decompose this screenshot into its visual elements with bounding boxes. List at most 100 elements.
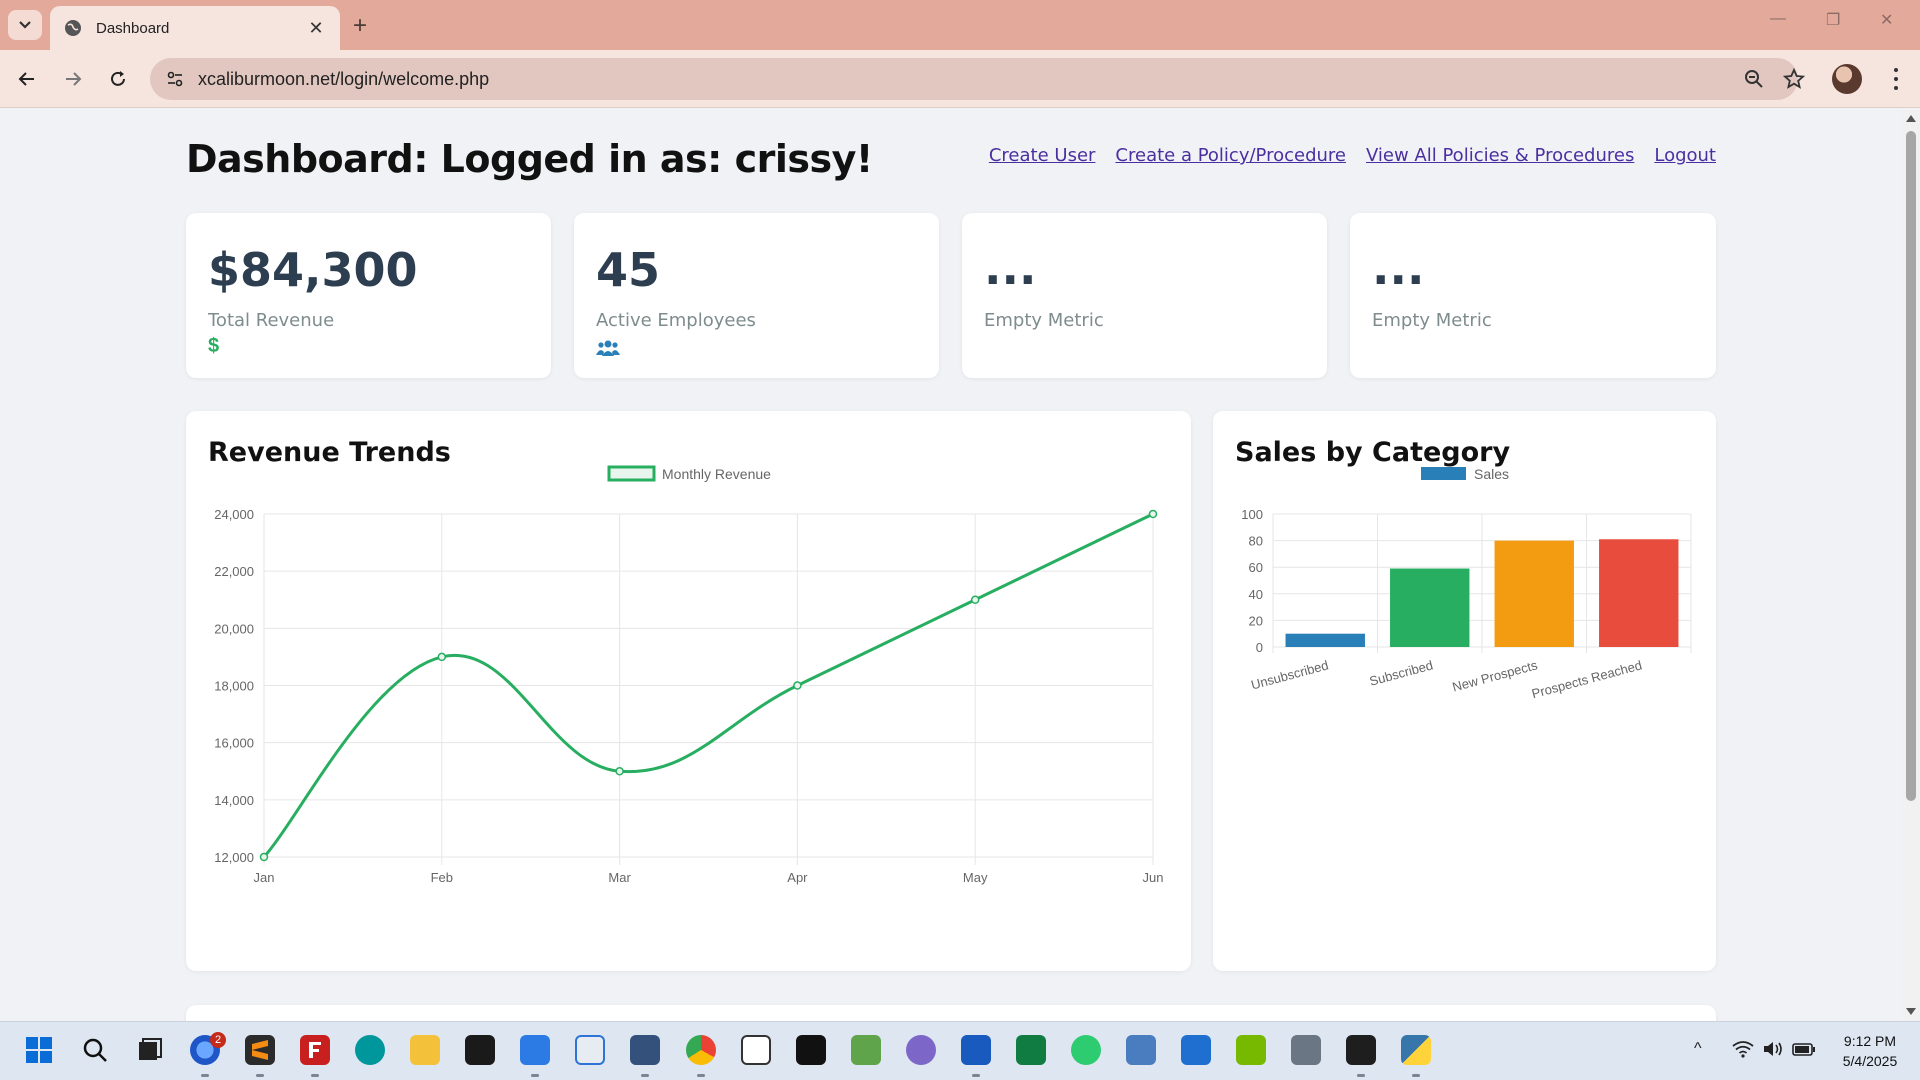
metric-label: Empty Metric	[1372, 310, 1492, 331]
arduino-icon[interactable]	[355, 1035, 385, 1065]
metric-value: ...	[1372, 241, 1425, 295]
create-user-link[interactable]: Create User	[989, 145, 1096, 166]
scrollbar-thumb[interactable]	[1906, 131, 1916, 801]
browser-menu-icon[interactable]	[1886, 66, 1906, 92]
app-icon[interactable]	[1071, 1035, 1101, 1065]
windows-taskbar: 2 ^ 9:12 PM 5/4/2025	[0, 1021, 1920, 1080]
running-indicator	[697, 1074, 705, 1077]
tab-title: Dashboard	[96, 19, 170, 37]
data-point	[1148, 509, 1158, 519]
y-tick-label: 24,000	[214, 507, 254, 522]
back-button[interactable]	[12, 64, 42, 94]
reload-button[interactable]	[103, 64, 133, 94]
chevron-down-icon	[19, 21, 31, 29]
running-indicator	[311, 1074, 319, 1077]
metric-value: ...	[984, 241, 1037, 295]
data-point	[437, 652, 447, 662]
app-icon[interactable]	[906, 1035, 936, 1065]
nvidia-icon[interactable]	[1236, 1035, 1266, 1065]
snipping-tool-icon[interactable]	[575, 1035, 605, 1065]
chevron-up-icon[interactable]: ^	[1694, 1040, 1702, 1058]
new-tab-button[interactable]: +	[353, 12, 367, 40]
system-clock[interactable]: 9:12 PM 5/4/2025	[1830, 1031, 1910, 1071]
metric-card-empty-2: ... Empty Metric	[1350, 213, 1716, 378]
terminal-icon[interactable]	[1346, 1035, 1376, 1065]
x-tick-label: Prospects Reached	[1530, 657, 1643, 701]
running-indicator	[1412, 1074, 1420, 1077]
metric-card-employees: 45 Active Employees	[574, 213, 939, 378]
network-app-icon[interactable]	[1126, 1035, 1156, 1065]
y-tick-label: 20,000	[214, 621, 254, 636]
address-bar[interactable]: xcaliburmoon.net/login/welcome.php	[150, 58, 1806, 100]
page-scrollbar[interactable]	[1902, 109, 1920, 1021]
site-info-icon[interactable]	[164, 68, 186, 90]
profile-avatar[interactable]	[1832, 64, 1862, 94]
header-nav: Create User Create a Policy/Procedure Vi…	[989, 145, 1716, 166]
data-point	[970, 595, 980, 604]
word-icon[interactable]	[961, 1035, 991, 1065]
y-tick-label: 14,000	[214, 793, 254, 808]
tab-search-button[interactable]	[8, 10, 42, 40]
lower-card	[186, 1005, 1716, 1021]
data-point	[615, 767, 624, 776]
page-content: Dashboard: Logged in as: crissy! Create …	[0, 109, 1902, 1021]
app-icon[interactable]	[796, 1035, 826, 1065]
metric-value: 45	[596, 243, 661, 297]
data-point	[793, 681, 802, 690]
app-icon[interactable]	[851, 1035, 881, 1065]
calculator-icon[interactable]	[1291, 1035, 1321, 1065]
bookmark-star-icon[interactable]	[1782, 67, 1806, 91]
search-icon[interactable]	[80, 1035, 110, 1065]
zoom-icon[interactable]	[1742, 67, 1766, 91]
page-title: Dashboard: Logged in as: crissy!	[186, 137, 873, 181]
scroll-down-icon[interactable]	[1906, 1008, 1916, 1015]
users-icon	[596, 340, 620, 356]
file-explorer-icon[interactable]	[410, 1035, 440, 1065]
chrome-icon[interactable]	[686, 1035, 716, 1065]
scroll-up-icon[interactable]	[1906, 115, 1916, 122]
close-tab-icon[interactable]: ✕	[306, 18, 326, 39]
task-view-icon[interactable]	[135, 1035, 165, 1065]
y-tick-label: 60	[1249, 560, 1263, 575]
remote-desktop-icon[interactable]	[1181, 1035, 1211, 1065]
arrow-left-icon	[18, 72, 34, 86]
x-tick-label: Apr	[787, 870, 808, 885]
x-tick-label: Subscribed	[1368, 657, 1435, 688]
command-prompt-icon[interactable]	[465, 1035, 495, 1065]
y-tick-label: 80	[1249, 534, 1263, 549]
running-indicator	[972, 1074, 980, 1077]
bar	[1285, 633, 1365, 647]
create-policy-link[interactable]: Create a Policy/Procedure	[1115, 145, 1346, 166]
excel-icon[interactable]	[1016, 1035, 1046, 1065]
volume-icon[interactable]	[1762, 1040, 1784, 1058]
bar	[1494, 540, 1574, 647]
browser-tab-bar: Dashboard ✕ + — ❐ ✕	[0, 0, 1920, 50]
battery-icon[interactable]	[1792, 1040, 1816, 1058]
y-tick-label: 100	[1241, 507, 1263, 522]
arrow-right-icon	[66, 72, 82, 86]
twitch-icon[interactable]	[741, 1035, 771, 1065]
minimize-button[interactable]: —	[1770, 10, 1786, 28]
y-tick-label: 12,000	[214, 850, 254, 865]
forward-button[interactable]	[58, 64, 88, 94]
restore-button[interactable]: ❐	[1826, 10, 1840, 30]
mysql-workbench-icon[interactable]	[630, 1035, 660, 1065]
x-tick-label: Mar	[608, 870, 631, 885]
metric-card-revenue: $84,300 Total Revenue $	[186, 213, 551, 378]
browser-tab-dashboard[interactable]: Dashboard ✕	[50, 6, 340, 50]
data-point	[259, 852, 269, 862]
metric-value: $84,300	[208, 243, 418, 297]
view-policies-link[interactable]: View All Policies & Procedures	[1366, 145, 1634, 166]
sublime-text-icon[interactable]	[245, 1035, 275, 1065]
x-tick-label: May	[963, 870, 988, 885]
windows-start-icon[interactable]	[24, 1035, 54, 1065]
running-indicator	[201, 1074, 209, 1077]
close-window-button[interactable]: ✕	[1880, 10, 1893, 30]
filezilla-icon[interactable]	[300, 1035, 330, 1065]
bar	[1599, 539, 1679, 647]
notepad-icon[interactable]	[520, 1035, 550, 1065]
logout-link[interactable]: Logout	[1654, 145, 1716, 166]
wifi-icon[interactable]	[1732, 1040, 1754, 1058]
dollar-icon: $	[208, 335, 220, 357]
python-icon[interactable]	[1401, 1035, 1431, 1065]
